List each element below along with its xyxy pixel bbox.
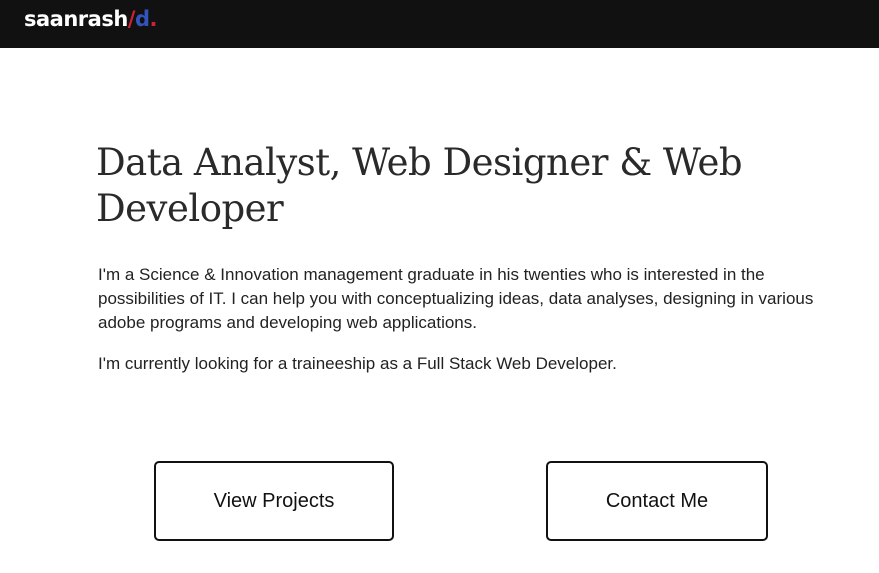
bio-section: I'm a Science & Innovation management gr… — [98, 263, 838, 393]
logo-main-text: saanrash — [24, 7, 128, 31]
view-projects-button[interactable]: View Projects — [154, 461, 394, 541]
logo-tail-letter: d — [134, 7, 150, 31]
contact-me-label: Contact Me — [605, 489, 709, 512]
view-projects-label: View Projects — [213, 489, 335, 512]
bio-paragraph-intro: I'm a Science & Innovation management gr… — [98, 265, 814, 332]
contact-me-button[interactable]: Contact Me — [546, 461, 768, 541]
page-headline: Data Analyst, Web Designer & Web Develop… — [96, 141, 743, 230]
top-navigation-bar: saanrash/d. — [0, 0, 879, 48]
logo-slash: / — [127, 7, 136, 31]
bio-paragraph-traineeship: I'm currently looking for a traineeship … — [98, 354, 617, 373]
site-logo[interactable]: saanrash/d. — [24, 7, 158, 31]
logo-dot: . — [149, 7, 158, 31]
